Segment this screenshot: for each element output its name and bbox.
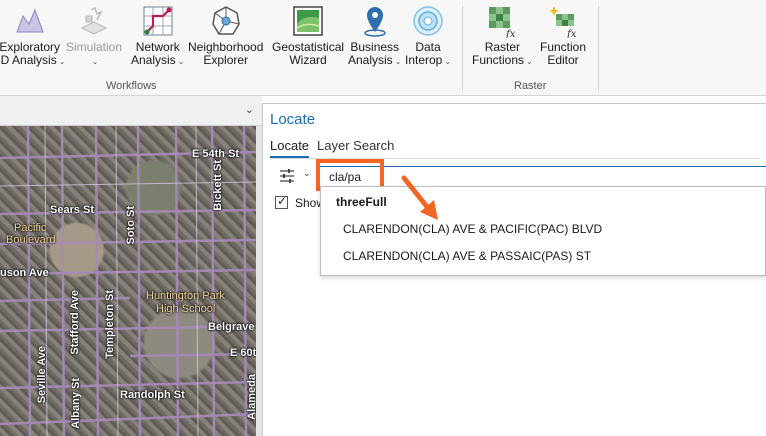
map-label: Randolph St [120, 389, 185, 401]
map-label: Seville Ave [36, 346, 48, 404]
chevron-down-icon: ⌄ [526, 57, 533, 66]
map-label: Bickett St [212, 160, 224, 211]
map-label: High School [156, 303, 216, 315]
tab-layer-search[interactable]: Layer Search [317, 138, 394, 158]
business-analysis-button[interactable]: Business Analysis ⌄ [348, 4, 401, 68]
annotation-arrow-icon [401, 175, 438, 220]
chevron-down-icon: ⌄ [444, 57, 452, 66]
map-label: Pacific [14, 222, 47, 234]
map-label: Albany St [70, 378, 82, 429]
settings-sliders-icon[interactable] [277, 166, 297, 186]
map-label: Huntington Park [146, 290, 225, 302]
suggestion-group-header: threeFull [336, 195, 387, 209]
tab-locate[interactable]: Locate [270, 138, 310, 158]
chevron-down-icon: ⌄ [177, 57, 185, 66]
show-checkbox[interactable] [275, 194, 288, 209]
map-label: E 60th [230, 347, 256, 359]
neighborhood-explorer-icon [211, 6, 240, 35]
locate-search-input[interactable] [319, 166, 766, 188]
group-label-workflows: Workflows [106, 80, 157, 92]
group-separator [462, 6, 463, 90]
ribbon-label: Functions [472, 53, 525, 67]
exploratory-3d-icon [15, 8, 44, 33]
simulation-button[interactable]: Simulation ⌄ [66, 4, 122, 68]
neighborhood-explorer-button[interactable]: Neighborhood Explorer [188, 4, 263, 67]
group-separator [598, 6, 599, 90]
ribbon-label: Wizard [289, 53, 327, 67]
map-label: Alameda [246, 374, 256, 420]
network-analysis-button[interactable]: Network Analysis ⌄ [131, 4, 184, 68]
simulation-icon [80, 6, 108, 35]
chevron-down-icon[interactable]: ⌄ [303, 168, 311, 179]
suggestion-item[interactable]: CLARENDON(CLA) AVE & PACIFIC(PAC) BLVD [343, 222, 602, 236]
chevron-down-icon: ⌄ [91, 57, 99, 66]
data-interop-button[interactable]: Data Interop ⌄ [405, 4, 451, 68]
pane-title: Locate [270, 111, 316, 128]
chevron-down-icon: ⌄ [58, 57, 66, 66]
locate-tabs: Locate Layer Search [270, 138, 394, 158]
geostatistical-wizard-icon [293, 6, 323, 36]
map-view-header: ⌄ [0, 96, 262, 126]
suggestion-item[interactable]: CLARENDON(CLA) AVE & PASSAIC(PAS) ST [343, 249, 591, 263]
ribbon: Exploratory 3D Analysis ⌄ Simulation ⌄ Ne… [0, 0, 766, 96]
exploratory-3d-analysis-button[interactable]: Exploratory 3D Analysis ⌄ [0, 4, 65, 68]
ribbon-label: Simulation [66, 40, 123, 54]
ribbon-label: Analysis [348, 53, 393, 67]
suggestion-dropdown: threeFull CLARENDON(CLA) AVE & PACIFIC(P… [320, 186, 766, 276]
function-editor-button[interactable]: fx Function Editor [540, 4, 586, 67]
map-label: E 54th St [192, 148, 240, 160]
chevron-down-icon[interactable]: ⌄ [245, 103, 254, 116]
group-label-raster: Raster [514, 80, 547, 92]
location-pin-icon [363, 7, 386, 37]
map-label: Templeton St [104, 290, 116, 359]
data-interop-icon [413, 6, 443, 36]
map-label: Stafford Ave [69, 290, 81, 355]
map-view[interactable]: E 54th St Sears St Pacific Boulevard Sot… [0, 126, 256, 436]
raster-functions-icon: fx [489, 7, 516, 38]
map-label: Soto St [125, 206, 137, 245]
raster-functions-button[interactable]: fx Raster Functions ⌄ [472, 4, 533, 68]
ribbon-label: Explorer [203, 53, 249, 67]
network-grid-icon [143, 6, 173, 36]
geostatistical-wizard-button[interactable]: Geostatistical Wizard [272, 4, 344, 67]
svg-text:fx: fx [566, 29, 577, 38]
map-label: uson Ave [0, 267, 49, 279]
map-label: Belgrave [208, 321, 255, 333]
chevron-down-icon: ⌄ [394, 57, 402, 66]
ribbon-label: Analysis [131, 53, 176, 67]
map-label: Sears St [50, 204, 95, 216]
tab-divider [270, 158, 760, 159]
ribbon-label: Interop [405, 53, 443, 67]
function-editor-icon: fx [549, 6, 577, 38]
svg-text:fx: fx [505, 29, 516, 38]
ribbon-label: 3D Analysis [0, 53, 57, 67]
map-label: Boulevard [6, 234, 56, 246]
ribbon-label: Editor [547, 53, 579, 67]
